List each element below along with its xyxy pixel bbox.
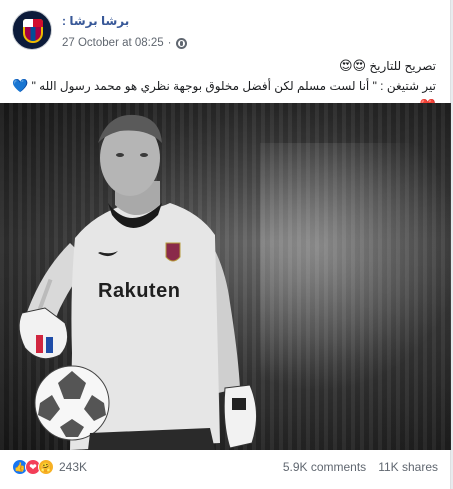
post-header: برشا برشا : 27 October at 08:25 · bbox=[12, 10, 438, 50]
page-name-link[interactable]: برشا برشا : bbox=[62, 14, 129, 28]
shares-count-link[interactable]: 11K shares bbox=[378, 460, 438, 474]
post-stats: 👍 ❤ 🤗 243K 5.9K comments 11K shares bbox=[12, 456, 438, 478]
comments-count-link[interactable]: 5.9K comments bbox=[283, 460, 366, 474]
goalkeeper-illustration bbox=[18, 114, 257, 450]
post-text-line-1-text: تصريح للتاريخ bbox=[369, 59, 436, 73]
engagement-counts: 5.9K comments 11K shares bbox=[283, 460, 438, 474]
jersey-sponsor-text: Rakuten bbox=[98, 280, 181, 302]
facebook-post: برشا برشا : 27 October at 08:25 · تصريح … bbox=[0, 0, 451, 489]
reaction-count[interactable]: 243K bbox=[59, 460, 87, 474]
post-text-line-2-text: تير شتيغن : " أنا لست مسلم لكن أفضل مخلو… bbox=[31, 79, 436, 93]
post-timestamp[interactable]: 27 October at 08:25 bbox=[62, 37, 164, 49]
care-reaction-icon: 🤗 bbox=[38, 459, 54, 475]
post-photo[interactable]: Rakuten bbox=[0, 103, 451, 450]
globe-icon[interactable] bbox=[175, 37, 187, 49]
post-meta: 27 October at 08:25 · bbox=[62, 37, 187, 49]
post-text-line-1: تصريح للتاريخ 😍😍 bbox=[12, 56, 436, 76]
reactions-summary[interactable]: 👍 ❤ 🤗 243K bbox=[12, 459, 87, 475]
page-avatar[interactable] bbox=[12, 10, 52, 50]
meta-separator: · bbox=[167, 37, 172, 49]
crest-top-icon bbox=[23, 19, 43, 27]
heart-eyes-emoji-icon: 😍😍 bbox=[338, 58, 367, 73]
